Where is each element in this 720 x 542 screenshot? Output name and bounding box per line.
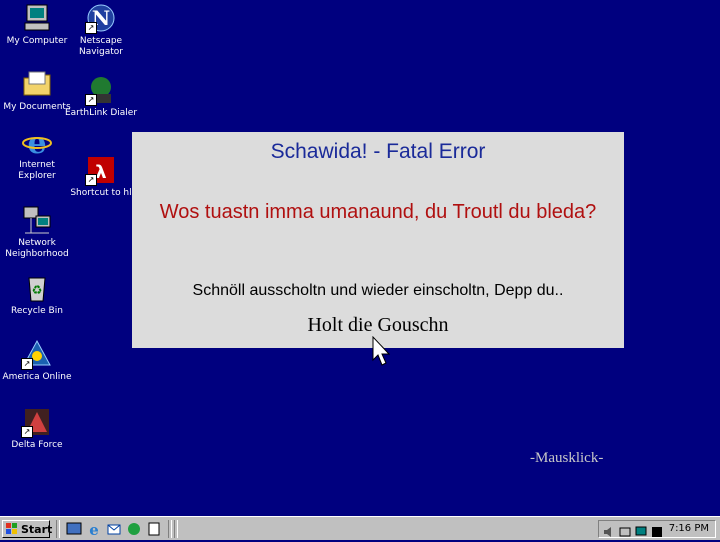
icon-label: Network Neighborhood [5,238,69,259]
desktop-icon-recycle-bin[interactable]: ♻ Recycle Bin [0,272,74,317]
dialog-subtext: Schnöll ausscholtn und wieder einscholtn… [192,282,564,299]
internet-explorer-icon: e [21,126,53,161]
shortcut-arrow-icon: ↗ [21,358,33,370]
svg-text:e: e [89,521,99,537]
desktop-icon-america-online[interactable]: ↗ America Online [0,338,74,383]
desktop-icon-delta-force[interactable]: ↗ Delta Force [0,406,74,451]
taskbar-separator [168,520,172,538]
icon-label: Delta Force [11,440,63,450]
half-life-icon: λ ↗ [85,154,117,186]
desktop-icon-shortcut-to-hl[interactable]: λ ↗ Shortcut to hl [64,154,138,199]
taskbar: Start e 7:16 PM [0,516,720,540]
computer-icon [21,2,53,34]
windows-logo-icon [6,523,18,535]
start-label: Start [21,522,53,536]
folder-icon [21,68,53,100]
dismiss-button[interactable]: Holt die Gouschn [272,314,484,337]
network-tray-icon[interactable] [619,523,631,537]
shortcut-arrow-icon: ↗ [85,174,97,186]
fatal-error-dialog: Schawida! - Fatal Error Wos tuastn imma … [132,132,624,348]
netscape-icon: N ↗ [85,2,117,34]
dialog-title: Schawida! - Fatal Error [270,140,486,163]
icon-label: EarthLink Dialer [64,108,138,118]
svg-text:♻: ♻ [32,283,43,297]
display-icon[interactable] [635,523,647,536]
shortcut-arrow-icon: ↗ [85,22,97,34]
taskbar-separator [56,520,60,538]
desktop-icon-network-neighborhood[interactable]: Network Neighborhood [0,204,74,260]
show-desktop-icon[interactable] [66,521,82,537]
desktop-icon-netscape-navigator[interactable]: N ↗ Netscape Navigator [64,2,138,58]
network-icon [21,204,53,236]
dialog-message: Wos tuastn imma umanaund, du Troutl du b… [159,201,597,223]
icon-label: America Online [2,372,72,382]
icon-label: Shortcut to hl [70,188,132,198]
mouse-pointer-icon [372,335,392,370]
icon-label: Internet Explorer [18,160,56,181]
recycle-bin-icon: ♻ [21,272,53,304]
outlook-express-icon[interactable] [106,521,122,537]
icon-label: My Computer [6,36,68,46]
icon-label: Recycle Bin [11,306,63,316]
icon-label: Netscape Navigator [78,36,124,57]
icon-label: My Documents [3,102,71,112]
desktop-icon-earthlink-dialer[interactable]: ↗ EarthLink Dialer [64,74,138,119]
start-button[interactable]: Start [2,520,53,538]
channels-icon[interactable] [126,521,142,537]
delta-force-icon: ↗ [21,406,53,438]
system-tray: 7:16 PM [598,520,716,538]
volume-icon[interactable] [603,523,615,537]
desktop: My Computer My Documents e Internet Expl… [0,0,720,516]
taskbar-separator [174,520,178,538]
click-hint: -Mausklick- [530,450,604,466]
scheduler-icon[interactable] [651,523,663,537]
svg-text:λ: λ [95,162,106,183]
aol-icon: ↗ [21,338,53,370]
earthlink-dialer-icon: ↗ [85,74,117,106]
shortcut-arrow-icon: ↗ [85,94,97,106]
notepad-icon[interactable] [146,521,162,537]
internet-explorer-quicklaunch-icon[interactable]: e [86,521,102,539]
svg-text:e: e [27,126,46,158]
shortcut-arrow-icon: ↗ [21,426,33,438]
clock[interactable]: 7:16 PM [669,523,709,534]
desktop-icon-my-documents[interactable]: My Documents [0,68,74,113]
desktop-icon-internet-explorer[interactable]: e Internet Explorer [0,126,74,182]
desktop-icon-my-computer[interactable]: My Computer [0,2,74,47]
